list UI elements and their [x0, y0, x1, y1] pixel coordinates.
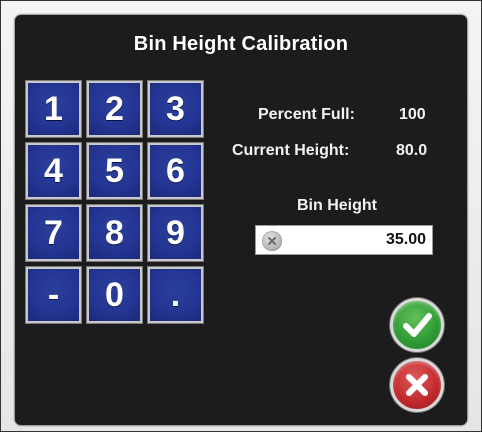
key-7[interactable]: 7: [25, 204, 82, 262]
bin-height-value: 35.00: [385, 231, 426, 248]
key-9[interactable]: 9: [147, 204, 204, 262]
bin-height-label: Bin Height: [297, 197, 377, 214]
key-5[interactable]: 5: [86, 142, 143, 200]
key-2[interactable]: 2: [86, 80, 143, 138]
key-decimal[interactable]: .: [147, 266, 204, 324]
window-frame: Bin Height Calibration 1 2 3 4 5 6 7 8 9…: [0, 0, 482, 432]
key-8[interactable]: 8: [86, 204, 143, 262]
checkmark-icon: [403, 313, 432, 337]
key-4[interactable]: 4: [25, 142, 82, 200]
numeric-keypad: 1 2 3 4 5 6 7 8 9 - 0 .: [25, 80, 204, 324]
percent-full-value: 100: [399, 106, 426, 123]
key-minus[interactable]: -: [25, 266, 82, 324]
key-6[interactable]: 6: [147, 142, 204, 200]
key-0[interactable]: 0: [86, 266, 143, 324]
confirm-button[interactable]: [390, 298, 444, 352]
calibration-dialog: Bin Height Calibration 1 2 3 4 5 6 7 8 9…: [15, 15, 467, 425]
current-height-label: Current Height:: [232, 142, 350, 159]
current-height-value: 80.0: [396, 142, 428, 159]
key-1[interactable]: 1: [25, 80, 82, 138]
dialog-title: Bin Height Calibration: [133, 33, 349, 55]
x-icon: [406, 374, 428, 396]
bin-height-input[interactable]: 35.00: [255, 225, 433, 255]
clear-icon[interactable]: [262, 231, 282, 251]
key-3[interactable]: 3: [147, 80, 204, 138]
percent-full-label: Percent Full:: [258, 106, 355, 123]
cancel-button[interactable]: [390, 358, 444, 412]
